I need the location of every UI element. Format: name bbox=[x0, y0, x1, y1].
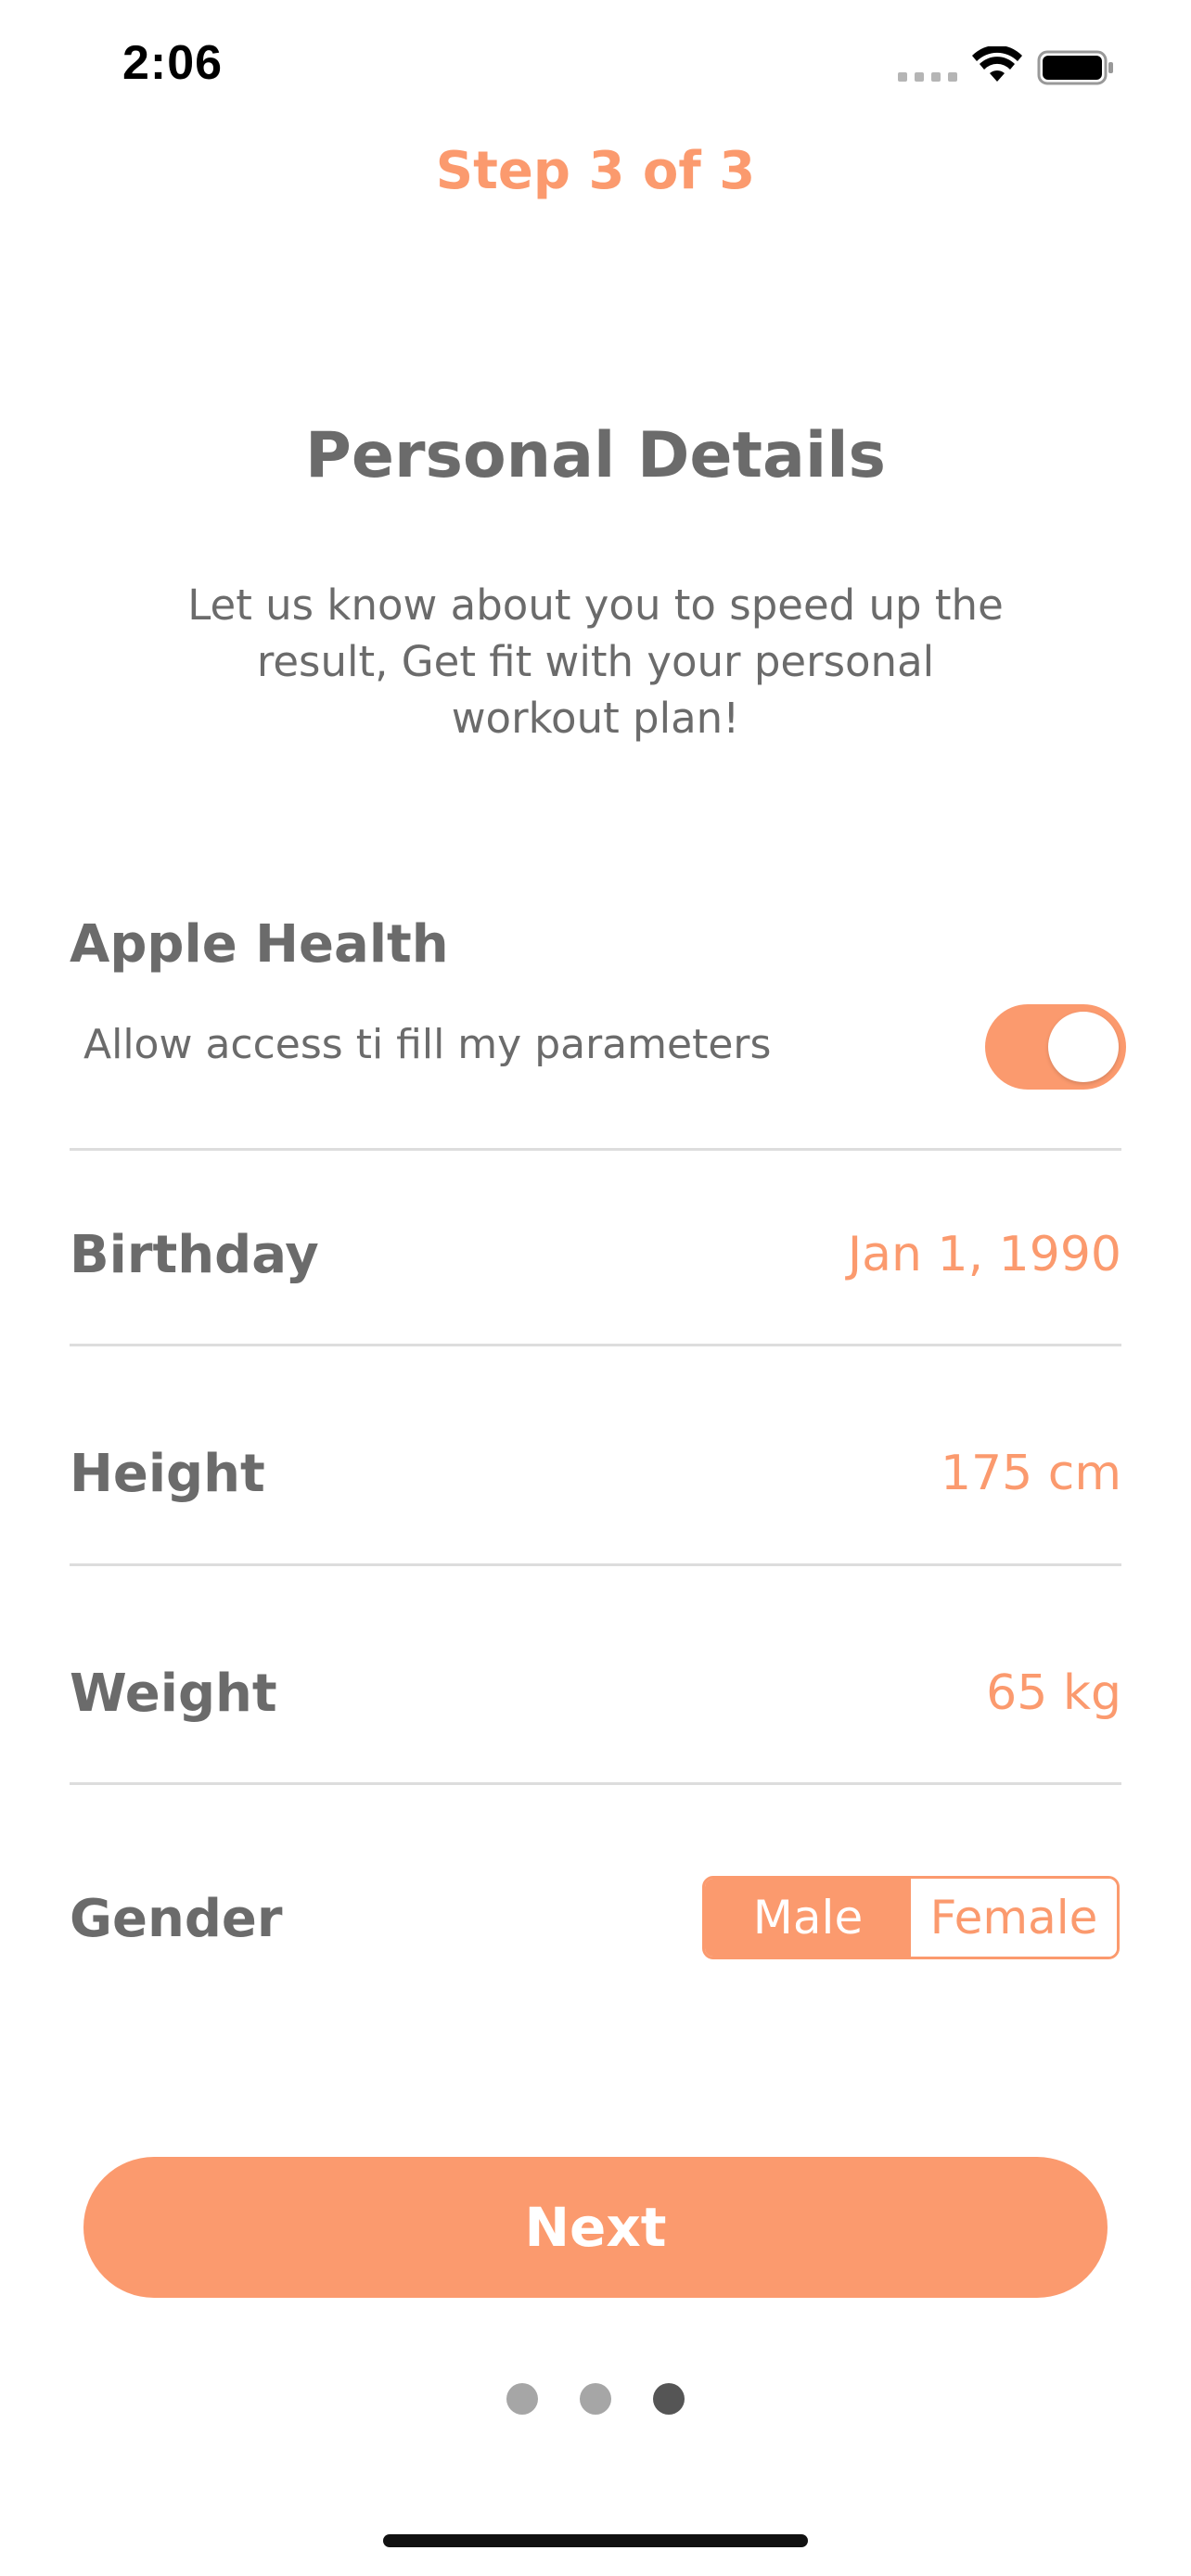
birthday-value[interactable]: Jan 1, 1990 bbox=[848, 1227, 1121, 1282]
page-title: Personal Details bbox=[304, 419, 886, 492]
battery-icon bbox=[1037, 50, 1113, 85]
page-dot-1 bbox=[506, 2383, 538, 2415]
height-label: Height bbox=[70, 1444, 265, 1504]
birthday-label: Birthday bbox=[70, 1225, 319, 1285]
toggle-knob bbox=[1048, 1012, 1119, 1082]
gender-option-female[interactable]: Female bbox=[911, 1879, 1117, 1957]
next-button[interactable]: Next bbox=[83, 2157, 1108, 2298]
status-time: 2:06 bbox=[122, 36, 224, 90]
apple-health-description: Allow access ti fill my parameters bbox=[83, 1021, 772, 1068]
apple-health-label: Apple Health bbox=[70, 914, 449, 975]
apple-health-toggle[interactable] bbox=[985, 1004, 1126, 1090]
step-indicator: Step 3 of 3 bbox=[435, 141, 756, 201]
gender-option-male[interactable]: Male bbox=[705, 1879, 911, 1957]
page-dot-3 bbox=[653, 2383, 685, 2415]
height-value[interactable]: 175 cm bbox=[941, 1446, 1121, 1501]
page-subtitle: Let us know about you to speed up the re… bbox=[187, 580, 1004, 743]
weight-value[interactable]: 65 kg bbox=[986, 1665, 1121, 1721]
cellular-signal-icon bbox=[898, 72, 957, 82]
weight-label: Weight bbox=[70, 1664, 277, 1724]
page-indicator bbox=[506, 2383, 685, 2415]
gender-label: Gender bbox=[70, 1889, 283, 1949]
divider bbox=[70, 1563, 1121, 1566]
home-indicator[interactable] bbox=[383, 2534, 808, 2547]
wifi-icon bbox=[972, 46, 1022, 82]
divider bbox=[70, 1344, 1121, 1346]
divider bbox=[70, 1782, 1121, 1785]
gender-segmented-control[interactable]: Male Female bbox=[702, 1876, 1120, 1959]
divider bbox=[70, 1148, 1121, 1151]
page-dot-2 bbox=[580, 2383, 611, 2415]
